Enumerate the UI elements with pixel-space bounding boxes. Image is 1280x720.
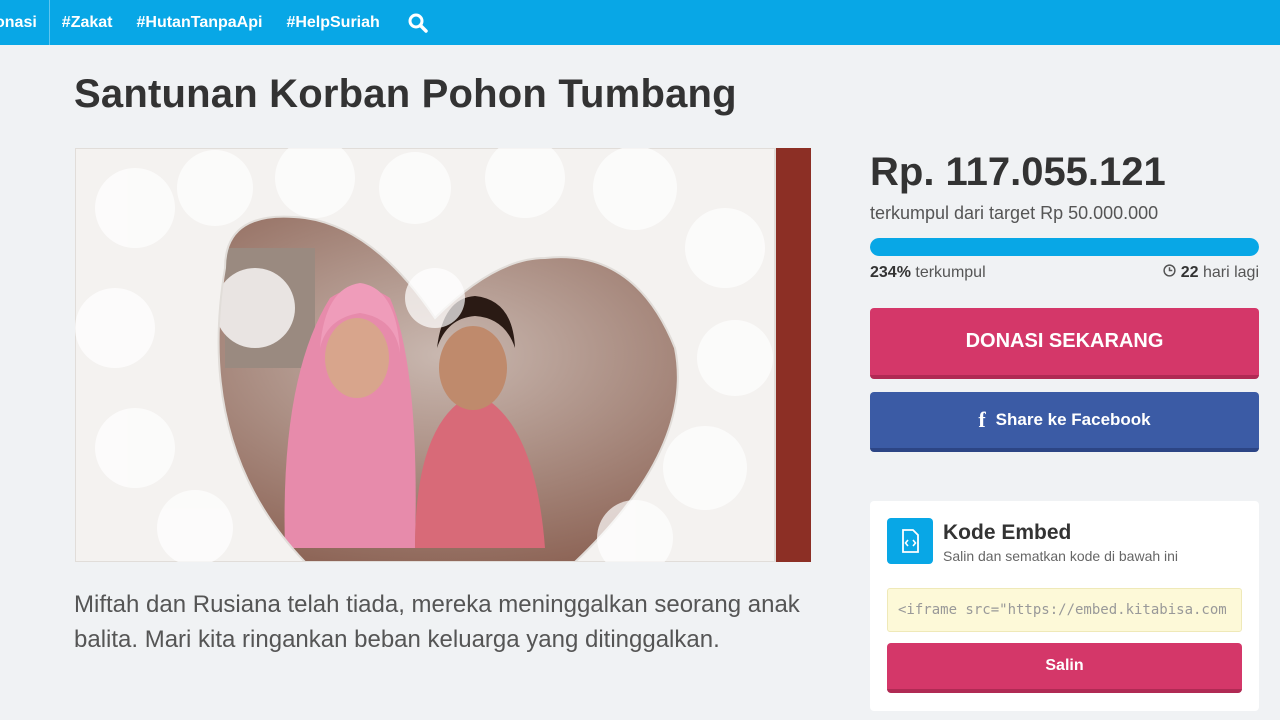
search-icon[interactable] [404, 9, 432, 37]
embed-title: Kode Embed [943, 521, 1072, 544]
embed-subtitle: Salin dan sematkan kode di bawah ini [943, 548, 1179, 564]
nav-item-help-suriah[interactable]: #HelpSuriah [274, 0, 391, 45]
percent-label: terkumpul [910, 264, 986, 281]
days-remaining: 22 hari lagi [1163, 264, 1259, 282]
funding-progress-bar [870, 238, 1259, 256]
campaign-title: Santunan Korban Pohon Tumbang [74, 72, 737, 116]
share-facebook-button[interactable]: f Share ke Facebook [870, 392, 1259, 452]
days-label: hari lagi [1198, 264, 1259, 281]
nav-item-donasi[interactable]: onasi [0, 0, 49, 45]
top-nav: onasi #Zakat #HutanTanpaApi #HelpSuriah [0, 0, 1280, 45]
embed-code-field[interactable]: <iframe src="https://embed.kitabisa.com [887, 588, 1242, 632]
progress-fill [870, 238, 1259, 256]
facebook-icon: f [978, 407, 986, 432]
campaign-photo [75, 148, 811, 562]
donate-now-button[interactable]: DONASI SEKARANG [870, 308, 1259, 379]
nav-item-zakat[interactable]: #Zakat [50, 0, 125, 45]
campaign-description: Miftah dan Rusiana telah tiada, mereka m… [74, 591, 800, 653]
copy-embed-button[interactable]: Salin [887, 643, 1242, 693]
target-text: terkumpul dari target Rp 50.000.000 [870, 203, 1159, 223]
clock-icon [1163, 264, 1176, 282]
nav-item-hutan-tanpa-api[interactable]: #HutanTanpaApi [125, 0, 275, 45]
days-value: 22 [1180, 264, 1199, 281]
collected-amount: Rp. 117.055.121 [870, 150, 1166, 194]
embed-code-icon [887, 518, 933, 564]
embed-code-panel: Kode Embed Salin dan sematkan kode di ba… [870, 501, 1259, 711]
percent-value: 234% [870, 264, 911, 281]
percent-collected: 234% terkumpul [870, 264, 986, 282]
share-facebook-label: Share ke Facebook [995, 410, 1151, 429]
